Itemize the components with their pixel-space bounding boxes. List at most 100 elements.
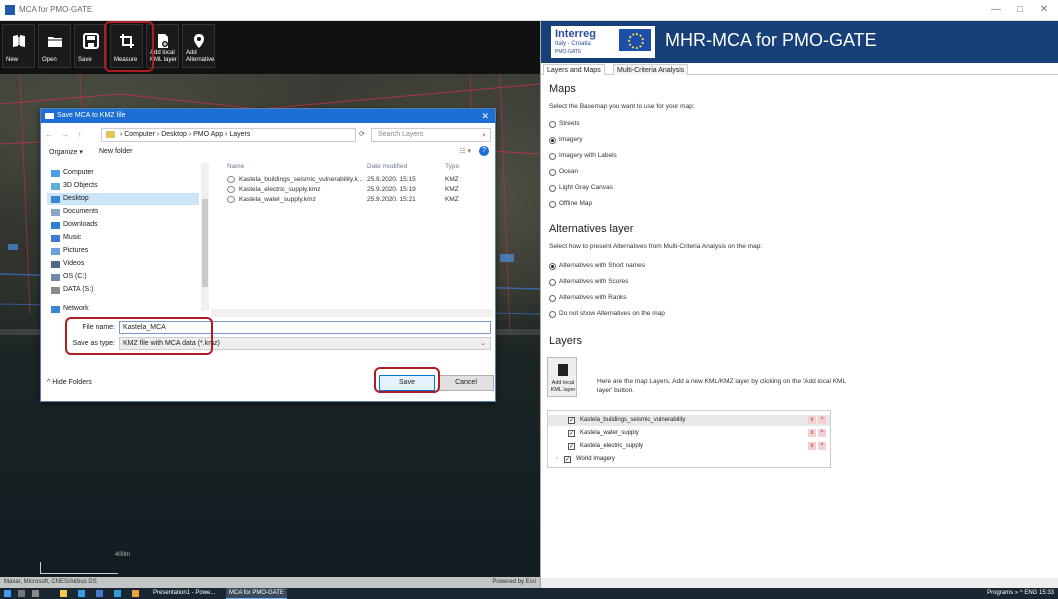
move-layer-up-icon[interactable]: ^ [818,429,826,437]
move-layer-up-icon[interactable]: ^ [818,416,826,424]
alternative-display-radio[interactable]: Alternatives with Ranks [549,293,627,303]
cube-icon [51,183,60,190]
layer-row[interactable]: ✓ Kastela_electric_supply x ^ [548,441,830,452]
nav-item[interactable]: OS (C:) [47,271,199,283]
system-tray[interactable]: Programs » ^ ENG 15:33 [987,588,1054,599]
chevron-down-icon: ⌄ [480,340,486,347]
new-folder-button[interactable]: New folder [99,148,132,155]
alternative-display-radio[interactable]: Alternatives with Scores [549,277,628,287]
help-icon[interactable]: ? [479,146,489,156]
add-local-kml-layer-button[interactable]: Add local KML layer [547,357,577,397]
nav-item[interactable]: 3D Objects [47,180,199,192]
basemap-radio[interactable]: Ocean [549,167,578,177]
dialog-close-icon[interactable]: ✕ [481,109,489,123]
map-attribution: Maxar, Microsoft, CNES/Airbus DS Powered… [0,577,540,588]
nav-item[interactable]: DATA (S:) [47,284,199,296]
eu-flag-icon [619,29,651,51]
alternatives-heading: Alternatives layer [549,223,634,235]
remove-layer-icon[interactable]: x [808,416,816,424]
basemap-radio[interactable]: Offline Map [549,199,592,209]
alternative-display-radio[interactable]: Alternatives with Short names [549,261,645,271]
layer-name: Kastela_water_supply [580,430,639,436]
app-icon[interactable] [114,590,121,597]
nav-item[interactable]: Desktop [47,193,199,205]
taskbar-item-powerpoint[interactable]: Presentation1 - Powe... [150,588,218,599]
tab-multi-criteria-analysis[interactable]: Multi-Criteria Analysis [613,64,689,75]
panel-scrollbar[interactable] [541,578,1058,588]
navigation-pane: Computer 3D Objects Desktop Documents Downlo… [47,163,207,313]
tab-layers-and-maps[interactable]: Layers and Maps [543,64,605,75]
nav-scrollbar[interactable] [201,163,209,311]
layers-description: Here are the map Layers. Add a new KML/K… [597,378,846,394]
nav-item[interactable]: Pictures [47,245,199,257]
document-icon [51,209,60,216]
file-list-scrollbar[interactable] [211,309,493,317]
layer-row[interactable]: ✓ Kastela_buildings_seismic_vulnerability… [548,415,830,426]
layer-visibility-checkbox[interactable]: ✓ [568,443,575,450]
window-titlebar: MCA for PMO-GATE — □ ✕ [0,0,1058,21]
close-button[interactable]: ✕ [1032,3,1056,17]
nav-item[interactable]: Music [47,232,199,244]
expand-icon[interactable]: › [556,454,558,465]
organize-menu[interactable]: Organize ▾ [49,148,83,156]
app-icon[interactable] [96,590,103,597]
layer-row[interactable]: › ✓ World Imagery [548,454,830,465]
file-explorer-icon[interactable] [60,590,67,597]
toolbar: New Open Save Measure Add local KML layer… [0,21,540,74]
remove-layer-icon[interactable]: x [808,429,816,437]
desktop-icon [51,196,60,203]
nav-item[interactable]: Documents [47,206,199,218]
new-button[interactable]: New [2,24,35,68]
layer-name: Kastela_buildings_seismic_vulnerability [580,417,686,423]
nav-item[interactable]: Videos [47,258,199,270]
layer-visibility-checkbox[interactable]: ✓ [564,456,571,463]
move-layer-up-icon[interactable]: ^ [818,442,826,450]
basemap-radio[interactable]: Streets [549,119,580,129]
task-view-icon[interactable] [32,590,39,597]
refresh-icon[interactable]: ⟳ [359,130,365,138]
save-button[interactable]: Save [74,24,107,68]
save-highlight [104,21,154,72]
chrome-icon[interactable] [132,590,139,597]
basemap-radio[interactable]: Light Gray Canvas [549,183,613,193]
dialog-cancel-button[interactable]: Cancel [438,375,494,391]
nav-arrows[interactable]: ← → ↑ [45,130,84,139]
layer-visibility-checkbox[interactable]: ✓ [568,417,575,424]
kmz-file-icon [227,176,235,183]
edge-icon[interactable] [78,590,85,597]
filename-highlight [65,317,213,355]
hide-folders-toggle[interactable]: ^ Hide Folders [47,379,92,386]
basemap-radio[interactable]: Imagery with Labels [549,151,617,161]
dialog-app-icon [45,113,54,119]
alternative-display-radio[interactable]: Do not show Alternatives on the map [549,309,665,319]
column-name[interactable]: Name [227,163,244,170]
view-options-icon[interactable]: ☷ ▾ [459,147,471,155]
nav-item[interactable]: Network [47,303,199,315]
search-input[interactable]: Search Layers ⌕ [371,128,491,142]
open-button[interactable]: Open [38,24,71,68]
column-date[interactable]: Date modified [367,163,407,170]
taskbar-item-mca[interactable]: MCA for PMO-GATE [226,588,287,599]
drive-icon [51,287,60,294]
video-icon [51,261,60,268]
add-document-icon [558,364,568,376]
column-type[interactable]: Type [445,163,459,170]
layer-visibility-checkbox[interactable]: ✓ [568,430,575,437]
file-row[interactable]: Kastela_water_supply.kmz 25.9.2020. 15:21… [219,194,489,205]
remove-layer-icon[interactable]: x [808,442,816,450]
save-button-highlight [374,367,440,393]
add-alternative-button[interactable]: Add Alternative [182,24,215,68]
file-type: KMZ [445,196,459,203]
basemap-radio[interactable]: Imagery [549,135,582,145]
nav-item[interactable]: Downloads [47,219,199,231]
maximize-button[interactable]: □ [1008,3,1032,17]
minimize-button[interactable]: — [984,3,1008,17]
layer-row[interactable]: ✓ Kastela_water_supply x ^ [548,428,830,439]
nav-item[interactable]: Computer [47,167,199,179]
command-bar: Organize ▾ New folder ☷ ▾ ? [41,145,497,159]
search-icon[interactable] [18,590,25,597]
address-bar[interactable]: › Computer › Desktop › PMO App › Layers [101,128,356,142]
kmz-file-icon [227,186,235,193]
windows-start-icon[interactable] [4,590,11,597]
music-icon [51,235,60,242]
